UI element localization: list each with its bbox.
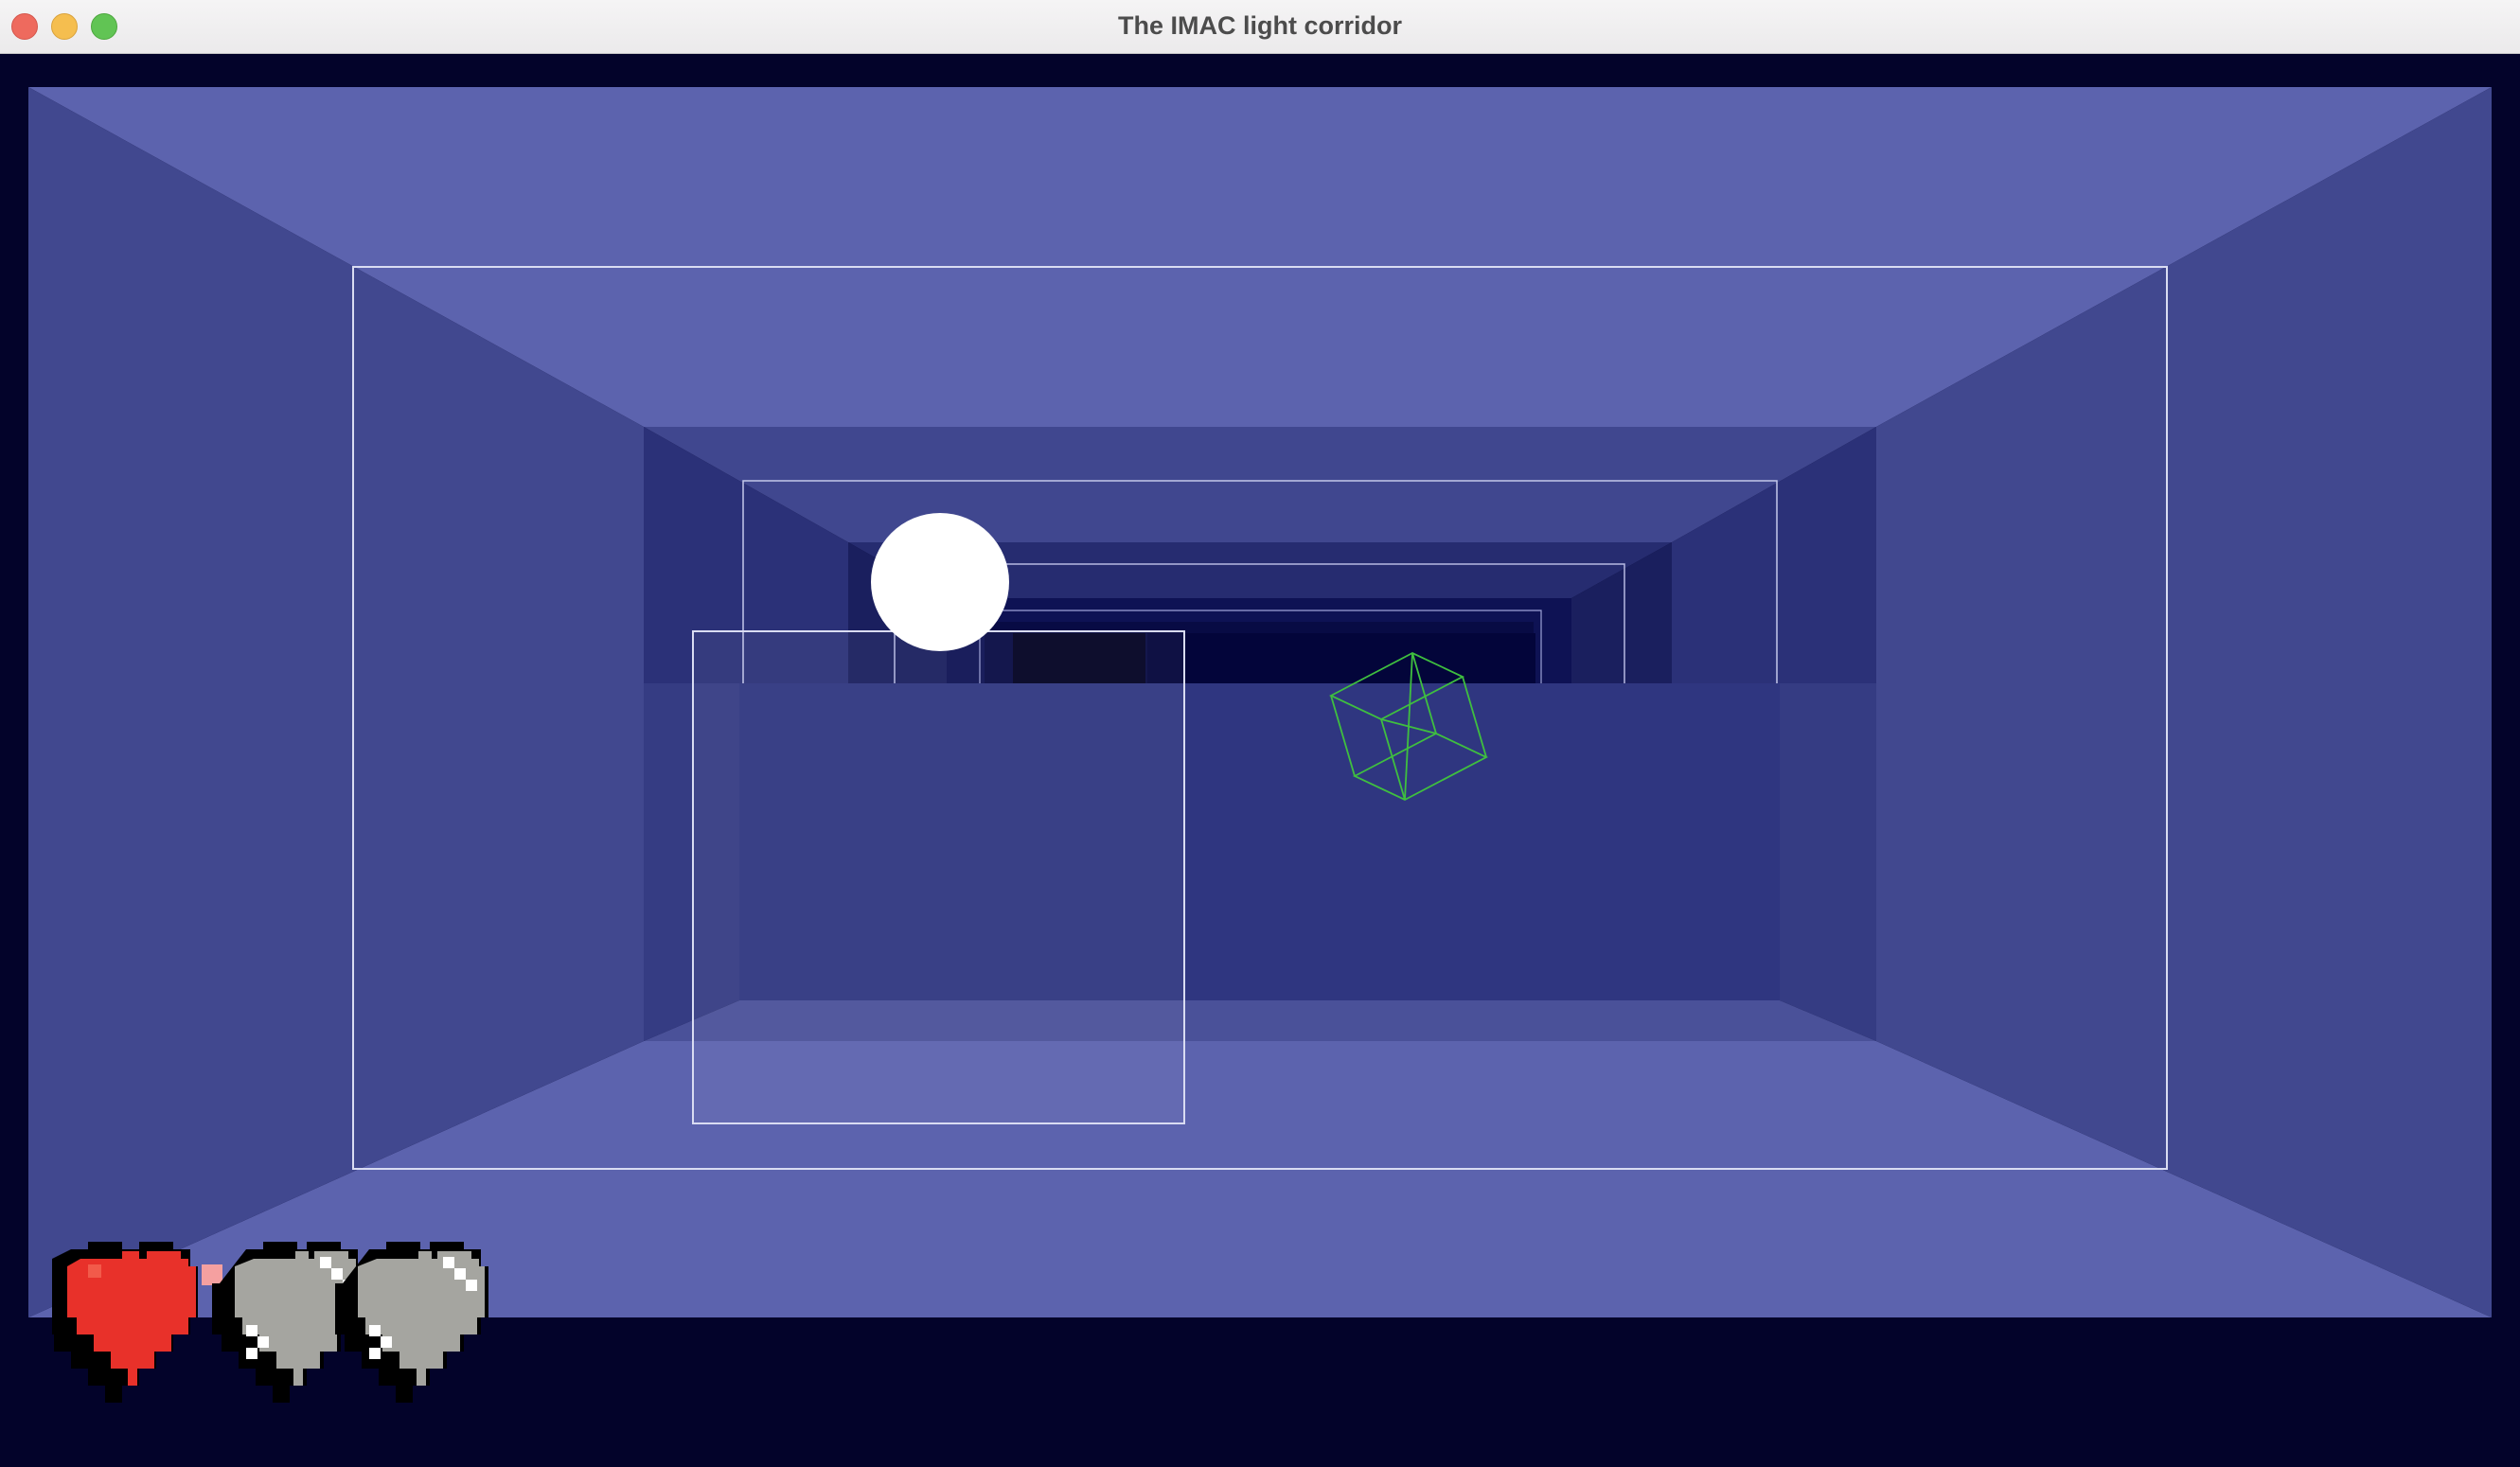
title-bar: The IMAC light corridor bbox=[0, 0, 2520, 54]
heart-empty-icon bbox=[335, 1242, 488, 1403]
window-title: The IMAC light corridor bbox=[1118, 11, 1402, 40]
obstacle-right-side bbox=[1780, 683, 1876, 1041]
heart-full-icon bbox=[52, 1242, 222, 1403]
corridor-ceiling-2 bbox=[644, 427, 1876, 542]
lives-hud bbox=[52, 1242, 488, 1403]
game-viewport[interactable] bbox=[0, 54, 2520, 1467]
game-window: The IMAC light corridor bbox=[0, 0, 2520, 1467]
corridor-depth-6 bbox=[1147, 633, 1535, 683]
ball bbox=[871, 513, 1009, 651]
racket-frame[interactable] bbox=[692, 630, 1185, 1124]
